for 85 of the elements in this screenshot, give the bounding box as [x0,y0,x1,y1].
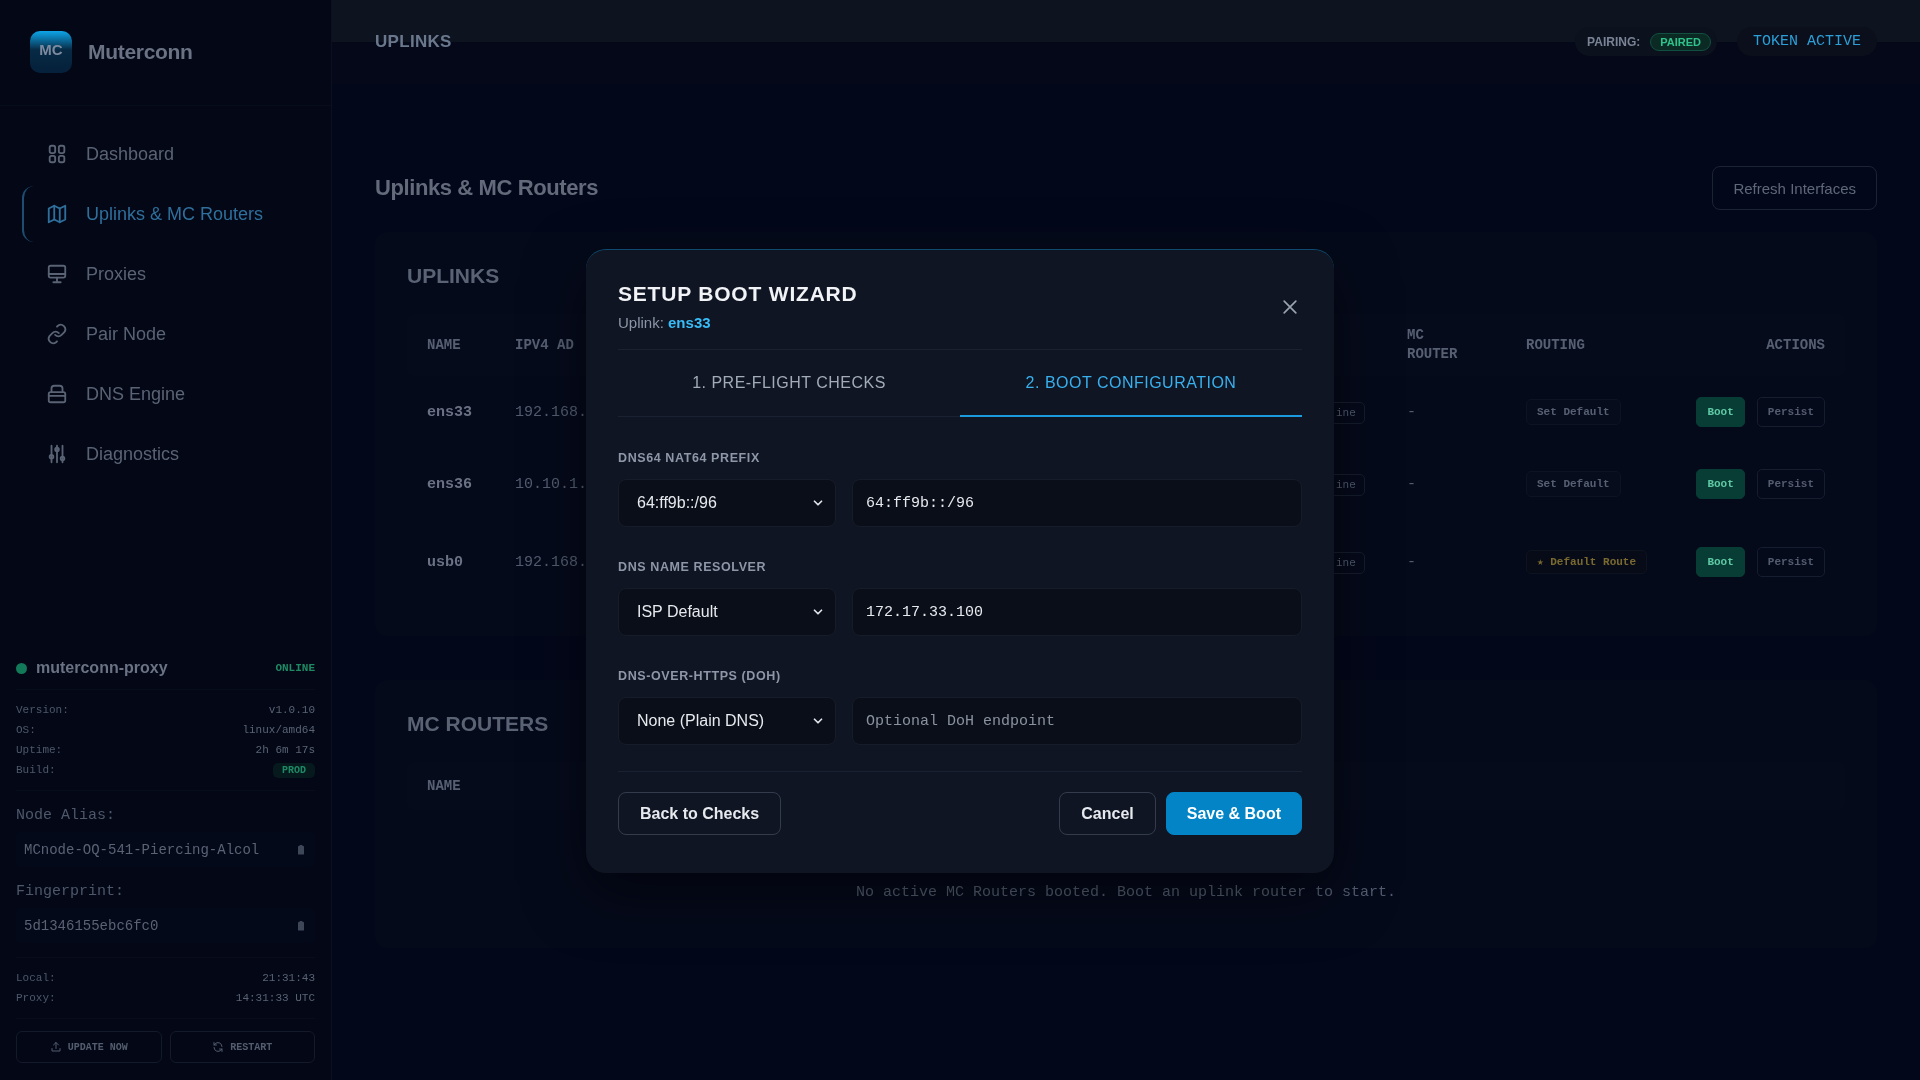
field-label: Fingerprint: [16,883,126,900]
detail-value: linux/amd64 [242,724,315,736]
build-badge: PROD [273,762,315,778]
table-cell: 192.168. [515,403,587,421]
empty-message: No active MC Routers booted. Boot an uplink router to start. [854,884,1398,901]
clock-label: Proxy: [16,992,56,1004]
sidebar-item[interactable]: Pair Node [22,306,309,362]
refresh-button[interactable]: Refresh Interfaces [1712,166,1877,210]
token-badge: TOKEN ACTIVE [1736,27,1877,56]
table-cell: usb0 [427,553,463,571]
wizard-tab[interactable]: 2. BOOT CONFIGURATION [960,350,1302,417]
table-cell: 10.10.1. [515,475,587,493]
table-cell: - [1407,475,1416,493]
upload-icon [49,1041,62,1053]
section-title: UPLINKS [375,32,452,52]
detail-label: Version: [16,704,69,716]
sidebar-item[interactable]: Dashboard [22,126,309,182]
column-header: MC ROUTER [1407,326,1458,364]
boot-button[interactable]: Boot [1696,397,1745,427]
map-icon [46,203,68,225]
field-label: DNS NAME RESOLVER [618,560,768,574]
sidebar-item[interactable]: DNS Engine [22,366,309,422]
detail-label: Build: [16,764,56,776]
dropdown[interactable]: 64:ff9b::/96 [618,479,836,527]
sliders-icon [46,443,68,465]
boot-button[interactable]: Boot [1696,469,1745,499]
boot-button[interactable]: Boot [1696,547,1745,577]
input-field[interactable]: 64:ff9b::/96 [852,479,1302,527]
refresh-icon [212,1041,225,1053]
set-default-button[interactable]: Set Default [1526,471,1621,497]
column-header: ACTIONS [1766,335,1825,355]
sidebar-item[interactable]: Proxies [22,246,309,302]
app-name: Muterconn [88,40,193,64]
modal-title: SETUP BOOT WIZARD [618,282,858,306]
detail-value: 2h 6m 17s [255,744,315,756]
field-label: DNS-OVER-HTTPS (DOH) [618,669,782,683]
pairing-label: PAIRING: [1587,34,1641,49]
status-text: ONLINE [275,662,315,674]
clock-value: 14:31:33 UTC [235,992,315,1004]
dropdown[interactable]: None (Plain DNS) [618,697,836,745]
logo: MC [30,31,72,73]
table-cell: ens33 [427,403,472,421]
node-action-button[interactable]: UPDATE NOW [16,1031,162,1063]
wizard-tab[interactable]: 1. PRE-FLIGHT CHECKS [618,350,960,417]
link-icon [46,323,68,345]
persist-button[interactable]: Persist [1756,397,1825,427]
input-field[interactable]: Optional DoH endpoint [852,697,1302,745]
persist-button[interactable]: Persist [1756,469,1825,499]
input-field[interactable]: 172.17.33.100 [852,588,1302,636]
storage-icon [46,383,68,405]
modal-subtitle: Uplink: ens33 [618,314,712,331]
back-button[interactable]: Back to Checks [618,792,782,835]
detail-value: v1.0.10 [268,704,315,716]
detail-label: OS: [16,724,36,736]
node-action-button[interactable]: RESTART [169,1031,315,1063]
detail-label: Uptime: [16,744,63,756]
monitor-icon [46,263,68,285]
save-button[interactable]: Save & Boot [1165,792,1302,835]
table-cell: ens36 [427,475,472,493]
grid-icon [46,143,68,165]
card-title: UPLINKS [407,264,500,288]
column-header: IPV4 AD [515,335,574,355]
column-header: ROUTING [1526,335,1585,355]
status-badge: PAIRED [1650,32,1711,51]
node-name: muterconn-proxy [36,659,169,677]
page-title: Uplinks & MC Routers [375,175,599,201]
column-header: NAME [427,335,461,355]
sidebar-item[interactable]: Diagnostics [22,426,309,482]
column-header: NAME [427,776,461,796]
table-cell: - [1407,553,1416,571]
table-cell: - [1407,403,1416,421]
persist-button[interactable]: Persist [1756,547,1825,577]
field-label: Node Alias: [16,807,117,824]
set-default-button[interactable]: Set Default [1526,399,1621,425]
clock-label: Local: [16,972,56,984]
cancel-button[interactable]: Cancel [1059,792,1156,835]
clipboard-icon [295,918,307,933]
clock-value: 21:31:43 [262,972,315,984]
dropdown[interactable]: ISP Default [618,588,836,636]
default-route-badge: ★ Default Route [1526,550,1648,575]
field-label: DNS64 NAT64 PREFIX [618,451,761,465]
clipboard-icon [295,842,307,857]
card-title: MC ROUTERS [407,712,549,736]
sidebar-item[interactable]: Uplinks & MC Routers [22,186,309,242]
table-cell: 192.168. [515,553,587,571]
